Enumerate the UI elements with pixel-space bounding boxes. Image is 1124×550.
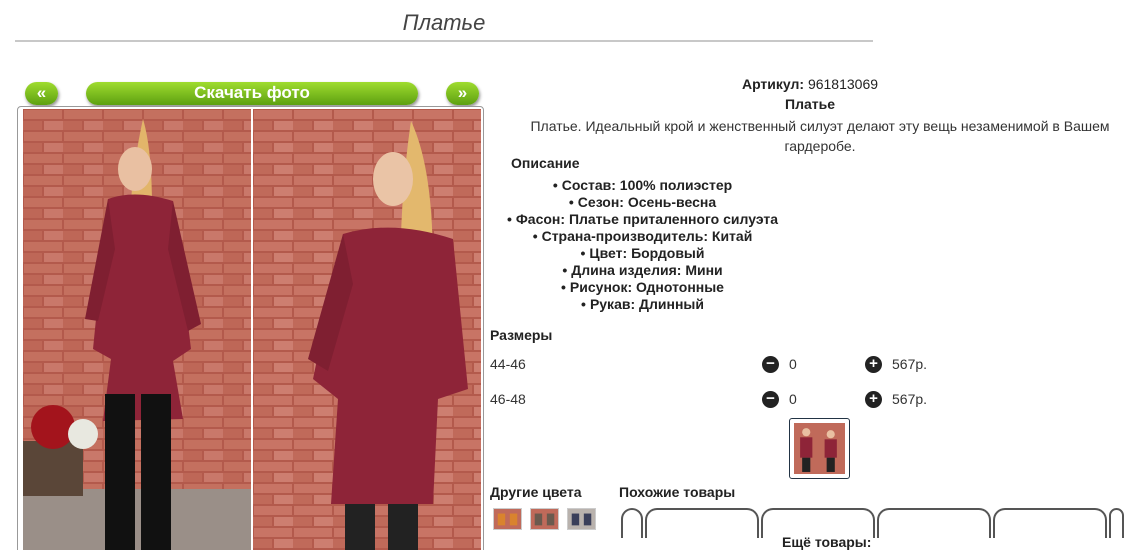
feature-item: Страна-производитель: Китай: [490, 228, 795, 245]
similar-product-card[interactable]: [1109, 508, 1124, 538]
color-swatch[interactable]: [566, 508, 596, 530]
price-value: 567р.: [892, 356, 928, 372]
decrease-qty-button[interactable]: −: [762, 391, 779, 408]
size-label: 46-48: [490, 391, 526, 407]
page-title: Платье: [15, 8, 873, 42]
feature-item: Рукав: Длинный: [490, 296, 795, 313]
similar-product-card[interactable]: [645, 508, 759, 538]
color-swatch[interactable]: [493, 508, 522, 530]
feature-item: Рисунок: Однотонные: [490, 279, 795, 296]
quantity-value: 0: [789, 356, 797, 372]
other-colors-heading: Другие цвета: [490, 484, 582, 500]
prev-photo-button[interactable]: «: [25, 82, 58, 105]
feature-item: Состав: 100% полиэстер: [490, 177, 795, 194]
download-photo-button[interactable]: Скачать фото: [86, 82, 418, 105]
product-photo-right: [253, 109, 481, 550]
increase-qty-button[interactable]: +: [865, 391, 882, 408]
product-name: Платье: [785, 96, 835, 112]
product-photo-left: [23, 109, 251, 550]
size-row: 44-46 − 0 + 567р.: [490, 356, 1124, 376]
feature-item: Фасон: Платье приталенного силуэта: [490, 211, 795, 228]
feature-item: Цвет: Бордовый: [490, 245, 795, 262]
article-label: Артикул:: [741, 76, 805, 92]
color-swatch[interactable]: [529, 508, 559, 530]
more-items-heading: Ещё товары:: [782, 534, 872, 550]
article-value: 961813069: [807, 76, 879, 92]
similar-product-card[interactable]: [877, 508, 991, 538]
size-row: 46-48 − 0 + 567р.: [490, 391, 1124, 411]
product-description: Платье. Идеальный крой и женственный сил…: [530, 118, 1110, 154]
similar-product-card[interactable]: [993, 508, 1107, 538]
article-line: Артикул: 961813069: [480, 76, 1124, 92]
feature-list: Состав: 100% полиэстер Сезон: Осень-весн…: [490, 177, 795, 313]
sizes-heading: Размеры: [490, 327, 553, 343]
decrease-qty-button[interactable]: −: [762, 356, 779, 373]
color-swatches: [493, 508, 600, 530]
description-heading: Описание: [511, 155, 580, 171]
similar-products-heading: Похожие товары: [619, 484, 736, 500]
feature-item: Длина изделия: Мини: [490, 262, 795, 279]
increase-qty-button[interactable]: +: [865, 356, 882, 373]
feature-item: Сезон: Осень-весна: [490, 194, 795, 211]
price-value: 567р.: [892, 391, 928, 407]
product-photo-frame: [17, 106, 484, 550]
similar-product-card[interactable]: [621, 508, 643, 538]
product-thumbnail[interactable]: [789, 418, 850, 479]
size-label: 44-46: [490, 356, 526, 372]
next-photo-button[interactable]: »: [446, 82, 479, 105]
quantity-value: 0: [789, 391, 797, 407]
